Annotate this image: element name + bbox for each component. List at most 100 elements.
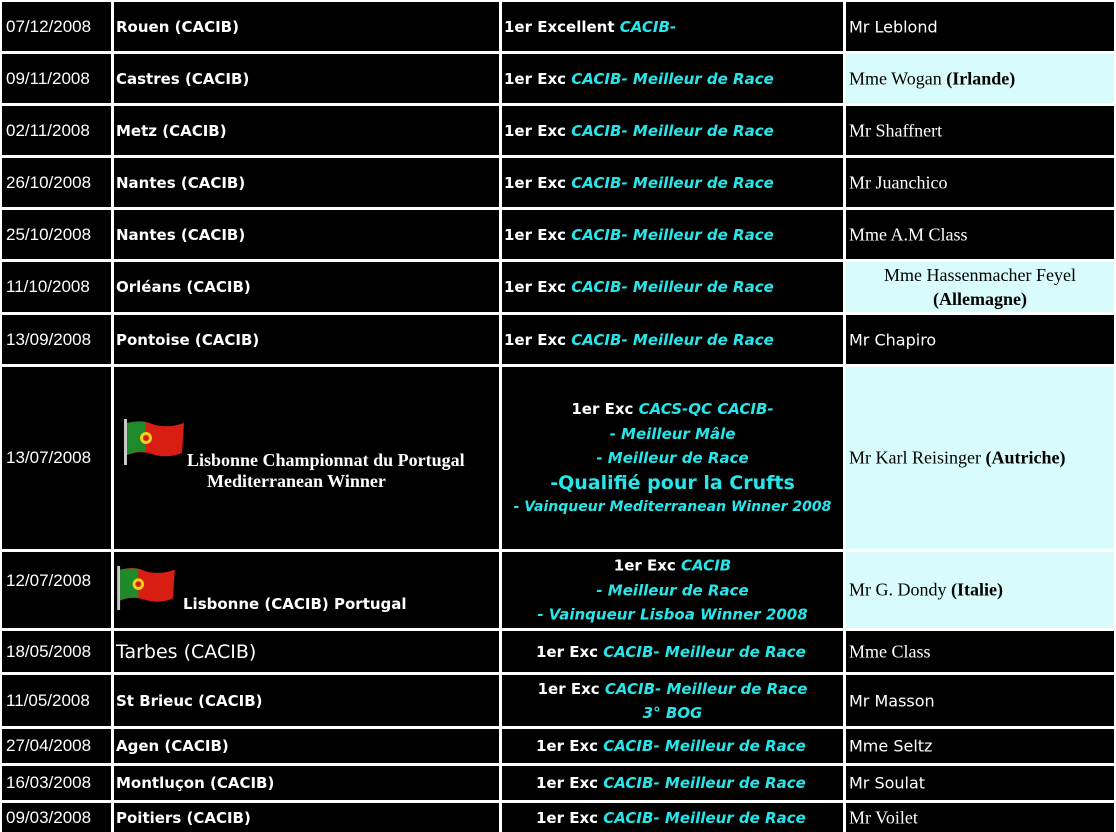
show-date: 02/11/2008	[6, 120, 90, 140]
result-line: - Vainqueur Mediterranean Winner 2008	[513, 498, 832, 515]
result-text: 1er Exc CACIB- Meilleur de Race	[504, 174, 774, 192]
table-row: 18/05/2008 Tarbes (CACIB) 1er Exc CACIB-…	[0, 631, 1116, 672]
judge-cell: Mme Seltz	[846, 729, 1114, 763]
date-cell: 09/03/2008	[2, 803, 111, 832]
show-name: Nantes (CACIB)	[116, 173, 246, 192]
result-cell: 1er Exc CACIB- Meilleur de Race	[502, 315, 843, 364]
result-highlight: CACS-QC CACIB-	[638, 399, 774, 418]
show-date: 27/04/2008	[6, 736, 92, 755]
judge-cell: Mme Hassenmacher Feyel (Allemagne)	[846, 262, 1114, 312]
result-prefix: 1er Exc	[536, 774, 604, 792]
show-cell: St Brieuc (CACIB)	[114, 675, 499, 726]
portugal-flag-icon	[117, 565, 175, 611]
table-row: 16/03/2008 Montluçon (CACIB) 1er Exc CAC…	[0, 766, 1116, 800]
show-cell: Nantes (CACIB)	[114, 158, 499, 207]
date-cell: 02/11/2008	[2, 106, 111, 155]
show-name-line1: Lisbonne Championnat du Portugal	[187, 450, 465, 470]
show-date: 12/07/2008	[6, 570, 92, 590]
judge-name: Mr Karl Reisinger (Autriche)	[849, 448, 1065, 469]
result-highlight: CACIB- Meilleur de Race	[571, 225, 774, 244]
show-cell: Nantes (CACIB)	[114, 210, 499, 259]
show-cell: Agen (CACIB)	[114, 729, 499, 763]
judge-cell: Mr Soulat	[846, 766, 1114, 800]
judge-name: Mme Seltz	[849, 736, 933, 756]
show-name: Lisbonne Championnat du Portugal Mediter…	[187, 450, 465, 492]
result-highlight: CACIB- Meilleur de Race	[603, 642, 806, 661]
result-text: 1er Exc CACIB- Meilleur de Race	[536, 643, 806, 661]
judge-name: Mme Hassenmacher Feyel (Allemagne)	[846, 263, 1114, 311]
date-cell: 26/10/2008	[2, 158, 111, 207]
judge-name: Mr Chapiro	[849, 330, 937, 349]
judge-name-text: Mme Hassenmacher Feyel	[884, 265, 1076, 285]
show-cell: Montluçon (CACIB)	[114, 766, 499, 800]
result-highlight: CACIB-	[619, 17, 677, 36]
judge-cell: Mme Wogan (Irlande)	[846, 54, 1114, 103]
result-text: 1er Excellent CACIB-	[504, 18, 676, 36]
result-prefix: 1er Exc	[504, 278, 572, 296]
judge-name-text: Mr Karl Reisinger	[849, 447, 986, 468]
result-text: 1er Exc CACS-QC CACIB- - Meilleur Mâle -…	[502, 397, 843, 520]
show-date: 16/03/2008	[6, 773, 92, 792]
judge-name: Mr Juanchico	[849, 172, 948, 192]
judge-country: (Irlande)	[946, 68, 1016, 88]
table-row: 11/10/2008 Orléans (CACIB) 1er Exc CACIB…	[0, 262, 1116, 312]
judge-cell: Mr Leblond	[846, 2, 1114, 51]
result-cell: 1er Exc CACS-QC CACIB- - Meilleur Mâle -…	[502, 367, 843, 549]
date-cell: 07/12/2008	[2, 2, 111, 51]
result-text: 1er Exc CACIB- Meilleur de Race	[504, 278, 774, 296]
judge-name: Mr Leblond	[849, 17, 938, 36]
result-text: 1er Exc CACIB- Meilleur de Race	[536, 737, 806, 755]
judge-country: (Autriche)	[985, 447, 1066, 468]
table-row: 13/09/2008 Pontoise (CACIB) 1er Exc CACI…	[0, 315, 1116, 364]
result-prefix: 1er Exc	[504, 330, 572, 349]
table-row: 09/03/2008 Poitiers (CACIB) 1er Exc CACI…	[0, 803, 1116, 832]
result-cell: 1er Exc CACIB- Meilleur de Race	[502, 766, 843, 800]
result-line: 3° BOG	[642, 703, 703, 722]
judge-cell: Mr Voilet	[846, 803, 1114, 832]
result-highlight: CACIB- Meilleur de Race	[604, 679, 808, 698]
show-cell: Lisbonne Championnat du Portugal Mediter…	[114, 367, 499, 549]
show-date: 09/11/2008	[6, 68, 90, 88]
table-row: 27/04/2008 Agen (CACIB) 1er Exc CACIB- M…	[0, 729, 1116, 763]
result-text: 1er Exc CACIB- Meilleur de Race	[504, 122, 774, 140]
judge-cell: Mr Chapiro	[846, 315, 1114, 364]
result-highlight: CACIB- Meilleur de Race	[571, 69, 774, 88]
show-name: Nantes (CACIB)	[116, 225, 246, 244]
result-cell: 1er Exc CACIB- Meilleur de Race	[502, 54, 843, 103]
result-cell: 1er Exc CACIB- Meilleur de Race 3° BOG	[502, 675, 843, 726]
show-date: 07/12/2008	[6, 16, 92, 36]
show-cell: Tarbes (CACIB)	[114, 631, 499, 672]
show-name: Castres (CACIB)	[116, 69, 250, 88]
result-highlight: CACIB- Meilleur de Race	[603, 774, 806, 792]
judge-country: (Allemagne)	[933, 289, 1027, 309]
result-cell: 1er Exc CACIB- Meilleur de Race	[502, 631, 843, 672]
table-row: 13/07/2008 Lisbonne Championnat du Portu…	[0, 367, 1116, 549]
show-date: 13/09/2008	[6, 329, 92, 349]
show-name: Agen (CACIB)	[116, 737, 229, 755]
show-cell: Orléans (CACIB)	[114, 262, 499, 312]
date-cell: 09/11/2008	[2, 54, 111, 103]
result-line: -Qualifié pour la Crufts	[550, 471, 795, 494]
show-date: 18/05/2008	[6, 641, 92, 661]
table-row: 25/10/2008 Nantes (CACIB) 1er Exc CACIB-…	[0, 210, 1116, 259]
show-name-line2: Mediterranean Winner	[207, 471, 386, 491]
table-row: 12/07/2008 Lisbonne (CACIB) Portugal 1er…	[0, 552, 1116, 628]
result-prefix: 1er Exc	[536, 642, 604, 661]
portugal-flag-icon	[124, 419, 184, 465]
show-cell: Metz (CACIB)	[114, 106, 499, 155]
show-name: Rouen (CACIB)	[116, 17, 239, 36]
result-text: 1er Exc CACIB- Meilleur de Race	[504, 331, 774, 349]
result-highlight: CACIB- Meilleur de Race	[571, 330, 774, 349]
result-text: 1er Exc CACIB- Meilleur de Race	[504, 226, 774, 244]
judge-name: Mr Shaffnert	[849, 120, 943, 140]
result-prefix: 1er Exc	[536, 808, 604, 827]
result-prefix: 1er Exc	[537, 679, 605, 698]
table-row: 02/11/2008 Metz (CACIB) 1er Exc CACIB- M…	[0, 106, 1116, 155]
result-highlight: CACIB- Meilleur de Race	[603, 808, 806, 827]
date-cell: 11/10/2008	[2, 262, 111, 312]
show-name: St Brieuc (CACIB)	[116, 691, 263, 710]
date-cell: 18/05/2008	[2, 631, 111, 672]
show-cell: Poitiers (CACIB)	[114, 803, 499, 832]
result-text: 1er Exc CACIB- Meilleur de Race	[536, 774, 806, 792]
date-cell: 13/07/2008	[2, 367, 111, 549]
